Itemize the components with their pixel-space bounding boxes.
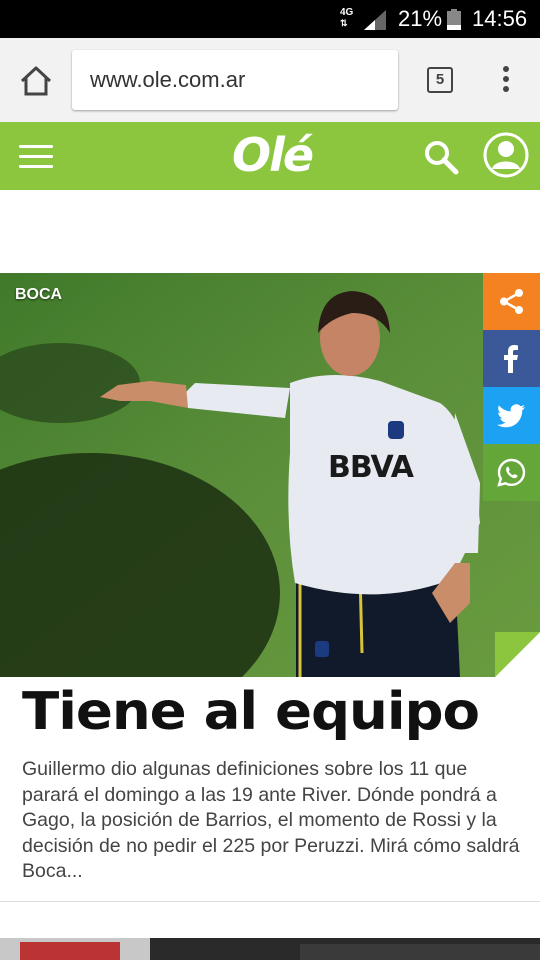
battery-percent: 21% (398, 6, 443, 31)
facebook-icon (504, 345, 518, 373)
search-icon[interactable] (423, 139, 459, 175)
signal-icon (364, 10, 386, 30)
next-article-image[interactable] (0, 938, 540, 960)
battery-icon (447, 9, 461, 30)
whatsapp-icon (497, 458, 526, 487)
whatsapp-share-button[interactable] (483, 444, 540, 501)
article-image[interactable]: BBVA BOCA (0, 273, 540, 677)
site-header: Olé (0, 122, 540, 190)
coach-photo (0, 273, 540, 677)
user-icon[interactable] (483, 132, 529, 178)
article-summary[interactable]: Guillermo dio algunas definiciones sobre… (22, 757, 522, 885)
clock: 14:56 (472, 6, 528, 31)
sponsor-text: BBVA (328, 450, 414, 485)
network-type: 4G ⇅ (340, 7, 354, 29)
more-vert-icon[interactable] (496, 66, 516, 96)
corner-triangle-icon (495, 632, 540, 677)
facebook-share-button[interactable] (483, 330, 540, 387)
site-logo[interactable]: Olé (232, 128, 314, 182)
next-article-photo (0, 938, 540, 960)
home-icon[interactable] (18, 64, 54, 98)
url-text[interactable]: www.ole.com.ar (90, 68, 245, 92)
tabs-icon[interactable]: 5 (427, 67, 453, 93)
share-icon (500, 289, 523, 314)
menu-icon[interactable] (19, 145, 53, 169)
share-button[interactable] (483, 273, 540, 330)
network-label: 4G (340, 7, 354, 18)
twitter-icon (497, 404, 525, 428)
twitter-share-button[interactable] (483, 387, 540, 444)
article-title[interactable]: Tiene al equipo (22, 684, 480, 740)
browser-toolbar: www.ole.com.ar 5 (0, 38, 540, 160)
section-label[interactable]: BOCA (15, 286, 62, 304)
address-bar[interactable]: www.ole.com.ar (72, 50, 398, 110)
divider (0, 901, 540, 902)
status-bar: 4G ⇅ 21% 14:56 (0, 0, 540, 38)
network-arrows-icon: ⇅ (340, 18, 348, 28)
